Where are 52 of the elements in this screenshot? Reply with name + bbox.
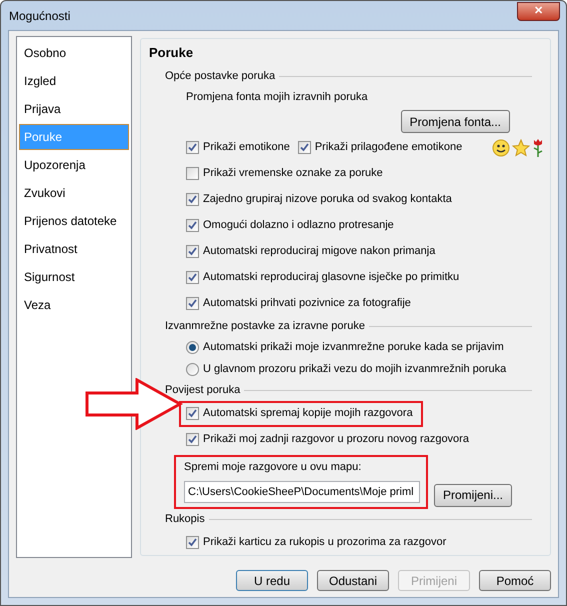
radio-button[interactable] — [186, 363, 199, 376]
checkbox[interactable] — [186, 407, 199, 420]
checkbox[interactable] — [186, 167, 199, 180]
sidebar-item[interactable]: Veza — [19, 292, 129, 318]
smiley-icon — [492, 138, 510, 156]
radio-label: Automatski prikaži moje izvanmrežne poruke kada se prijavim — [203, 340, 504, 356]
radio-label: U glavnom prozoru prikaži vezu do mojih izvanmrežnih poruka — [203, 362, 506, 378]
section-heading: Povijest poruka — [165, 383, 240, 398]
sidebar-item[interactable]: Sigurnost — [19, 264, 129, 290]
checkbox-label: Prikaži moj zadnji razgovor u prozoru novog razgovora — [203, 432, 469, 448]
dialog-button[interactable]: Odustani — [317, 570, 389, 591]
change-folder-button[interactable]: Promijeni... — [434, 484, 512, 506]
sidebar-item[interactable]: Privatnost — [19, 236, 129, 262]
panel-title: Poruke — [149, 44, 194, 62]
font-button[interactable]: Promjena fonta... — [400, 110, 510, 133]
dialog-button[interactable]: U redu — [236, 570, 308, 591]
checkbox-label: Automatski reproduciraj migove nakon primanja — [203, 244, 436, 260]
checkbox-label: Prikaži prilagođene emotikone — [314, 140, 462, 156]
checkbox[interactable] — [186, 433, 199, 446]
checkbox[interactable] — [186, 141, 199, 154]
sidebar-item[interactable]: Osobno — [19, 40, 129, 66]
section-heading: Opće postavke poruka — [165, 69, 276, 84]
checkbox-label: Automatski prihvati pozivnice za fotografije — [203, 296, 411, 312]
checkbox[interactable] — [186, 271, 199, 284]
radio-button[interactable] — [186, 341, 199, 354]
checkbox[interactable] — [186, 245, 199, 258]
checkbox-label: Prikaži emotikone — [203, 140, 290, 156]
checkbox[interactable] — [186, 219, 199, 232]
dialog-button[interactable]: Pomoć — [479, 570, 551, 591]
section-heading: Rukopis — [165, 512, 205, 527]
window-title: Mogućnosti — [9, 8, 70, 24]
sidebar-item[interactable]: Izgled — [19, 68, 129, 94]
sidebar-item[interactable]: Prijava — [19, 96, 129, 122]
checkbox-label: Prikaži karticu za rukopis u prozorima za razgovor — [203, 534, 446, 550]
folder-label: Spremi moje razgovore u ovu mapu: — [184, 460, 362, 474]
section-heading: Izvanmrežne postavke za izravne poruke — [165, 319, 365, 334]
folder-path-field[interactable]: C:\Users\CookieSheeP\Documents\Moje priml — [184, 481, 420, 503]
sidebar-item[interactable]: Prijenos datoteke — [19, 208, 129, 234]
checkbox[interactable] — [186, 193, 199, 206]
star-icon — [512, 138, 530, 156]
checkbox[interactable] — [298, 141, 311, 154]
option-label: Promjena fonta mojih izravnih poruka — [186, 90, 369, 106]
checkbox-label: Prikaži vremenske oznake za poruke — [203, 166, 383, 182]
checkbox[interactable] — [186, 297, 199, 310]
rose-icon — [532, 138, 544, 158]
checkbox-label: Zajedno grupiraj nizove poruka od svakog kontakta — [203, 192, 452, 208]
checkbox-label: Automatski reproduciraj glasovne isječke po primitku — [203, 270, 460, 286]
sidebar-item[interactable]: Zvukovi — [19, 180, 129, 206]
checkbox[interactable] — [186, 536, 199, 548]
checkbox-label: Omogući dolazno i odlazno protresanje — [203, 218, 394, 234]
sidebar-item[interactable]: Upozorenja — [19, 152, 129, 178]
checkbox-label: Automatski spremaj kopije mojih razgovora — [203, 406, 413, 422]
